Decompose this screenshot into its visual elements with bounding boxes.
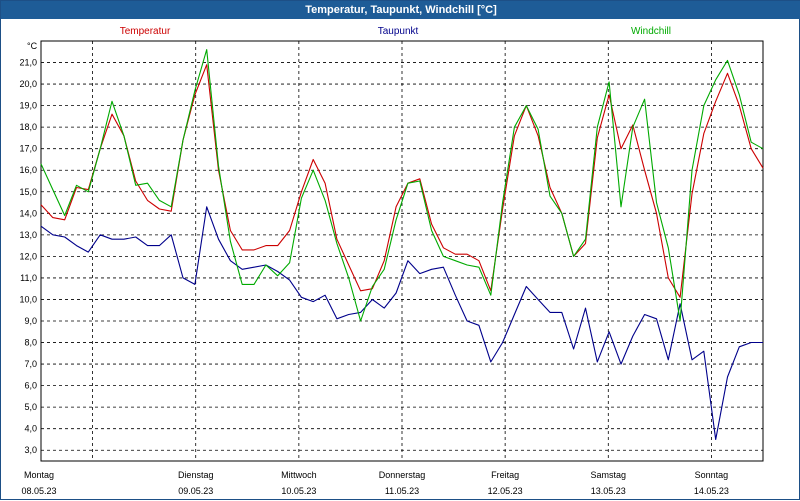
y-tick-label: 4,0 [24,424,37,434]
y-tick-label: 14,0 [19,208,37,218]
y-tick-label: 15,0 [19,187,37,197]
x-tick-day-label: Freitag [491,470,519,480]
y-tick-label: 9,0 [24,316,37,326]
y-tick-label: 21,0 [19,58,37,68]
window-title: Temperatur, Taupunkt, Windchill [°C] [1,1,800,19]
y-tick-label: 11,0 [20,273,37,283]
y-tick-label: 17,0 [19,144,37,154]
chart-canvas: 3,0 4,0 5,0 6,0 7,0 8,0 9,0 10,0 11,0 12,0 13,0 14,… [19,26,764,496]
x-tick-date-label: 13.05.23 [591,486,626,496]
y-axis-tick-labels: 3,0 4,0 5,0 6,0 7,0 8,0 9,0 10,0 11,0 12,0 13,0 14,… [19,58,37,456]
y-tick-label: 12,0 [19,251,37,261]
x-tick-day-label: Dienstag [178,470,214,480]
x-tick-date-label: 08.05.23 [21,486,56,496]
x-axis-tick-labels: Montag 08.05.23 Dienstag 09.05.23 Mittwoch 10… [21,470,728,496]
chart-window: Temperatur, Taupunkt, Windchill [°C] 3,0… [0,0,800,500]
y-tick-label: 19,0 [19,101,37,111]
x-tick-day-label: Donnerstag [379,470,426,480]
x-tick-day-label: Mittwoch [281,470,317,480]
y-tick-label: 7,0 [24,359,37,369]
y-tick-label: 16,0 [19,165,37,175]
x-tick-day-label: Samstag [591,470,627,480]
x-tick-date-label: 12.05.23 [488,486,523,496]
x-tick-date-label: 10.05.23 [281,486,316,496]
legend-temperatur: Temperatur [120,26,171,37]
grid-layer [41,41,763,461]
y-tick-label: 6,0 [24,381,37,391]
x-tick-date-label: 09.05.23 [178,486,213,496]
x-tick-day-label: Montag [24,470,54,480]
legend-windchill: Windchill [631,26,671,37]
y-tick-label: 18,0 [19,122,37,132]
x-tick-day-label: Sonntag [695,470,729,480]
y-tick-label: 13,0 [19,230,37,240]
y-tick-label: 5,0 [24,402,37,412]
y-tick-label: 10,0 [19,294,37,304]
x-tick-date-label: 11.05.23 [385,486,419,496]
y-axis-unit-label: °C [27,41,38,51]
legend-taupunkt: Taupunkt [378,26,419,37]
y-tick-label: 20,0 [19,79,37,89]
y-tick-label: 8,0 [24,338,37,348]
y-tick-label: 3,0 [24,445,37,455]
x-tick-date-label: 14.05.23 [694,486,729,496]
